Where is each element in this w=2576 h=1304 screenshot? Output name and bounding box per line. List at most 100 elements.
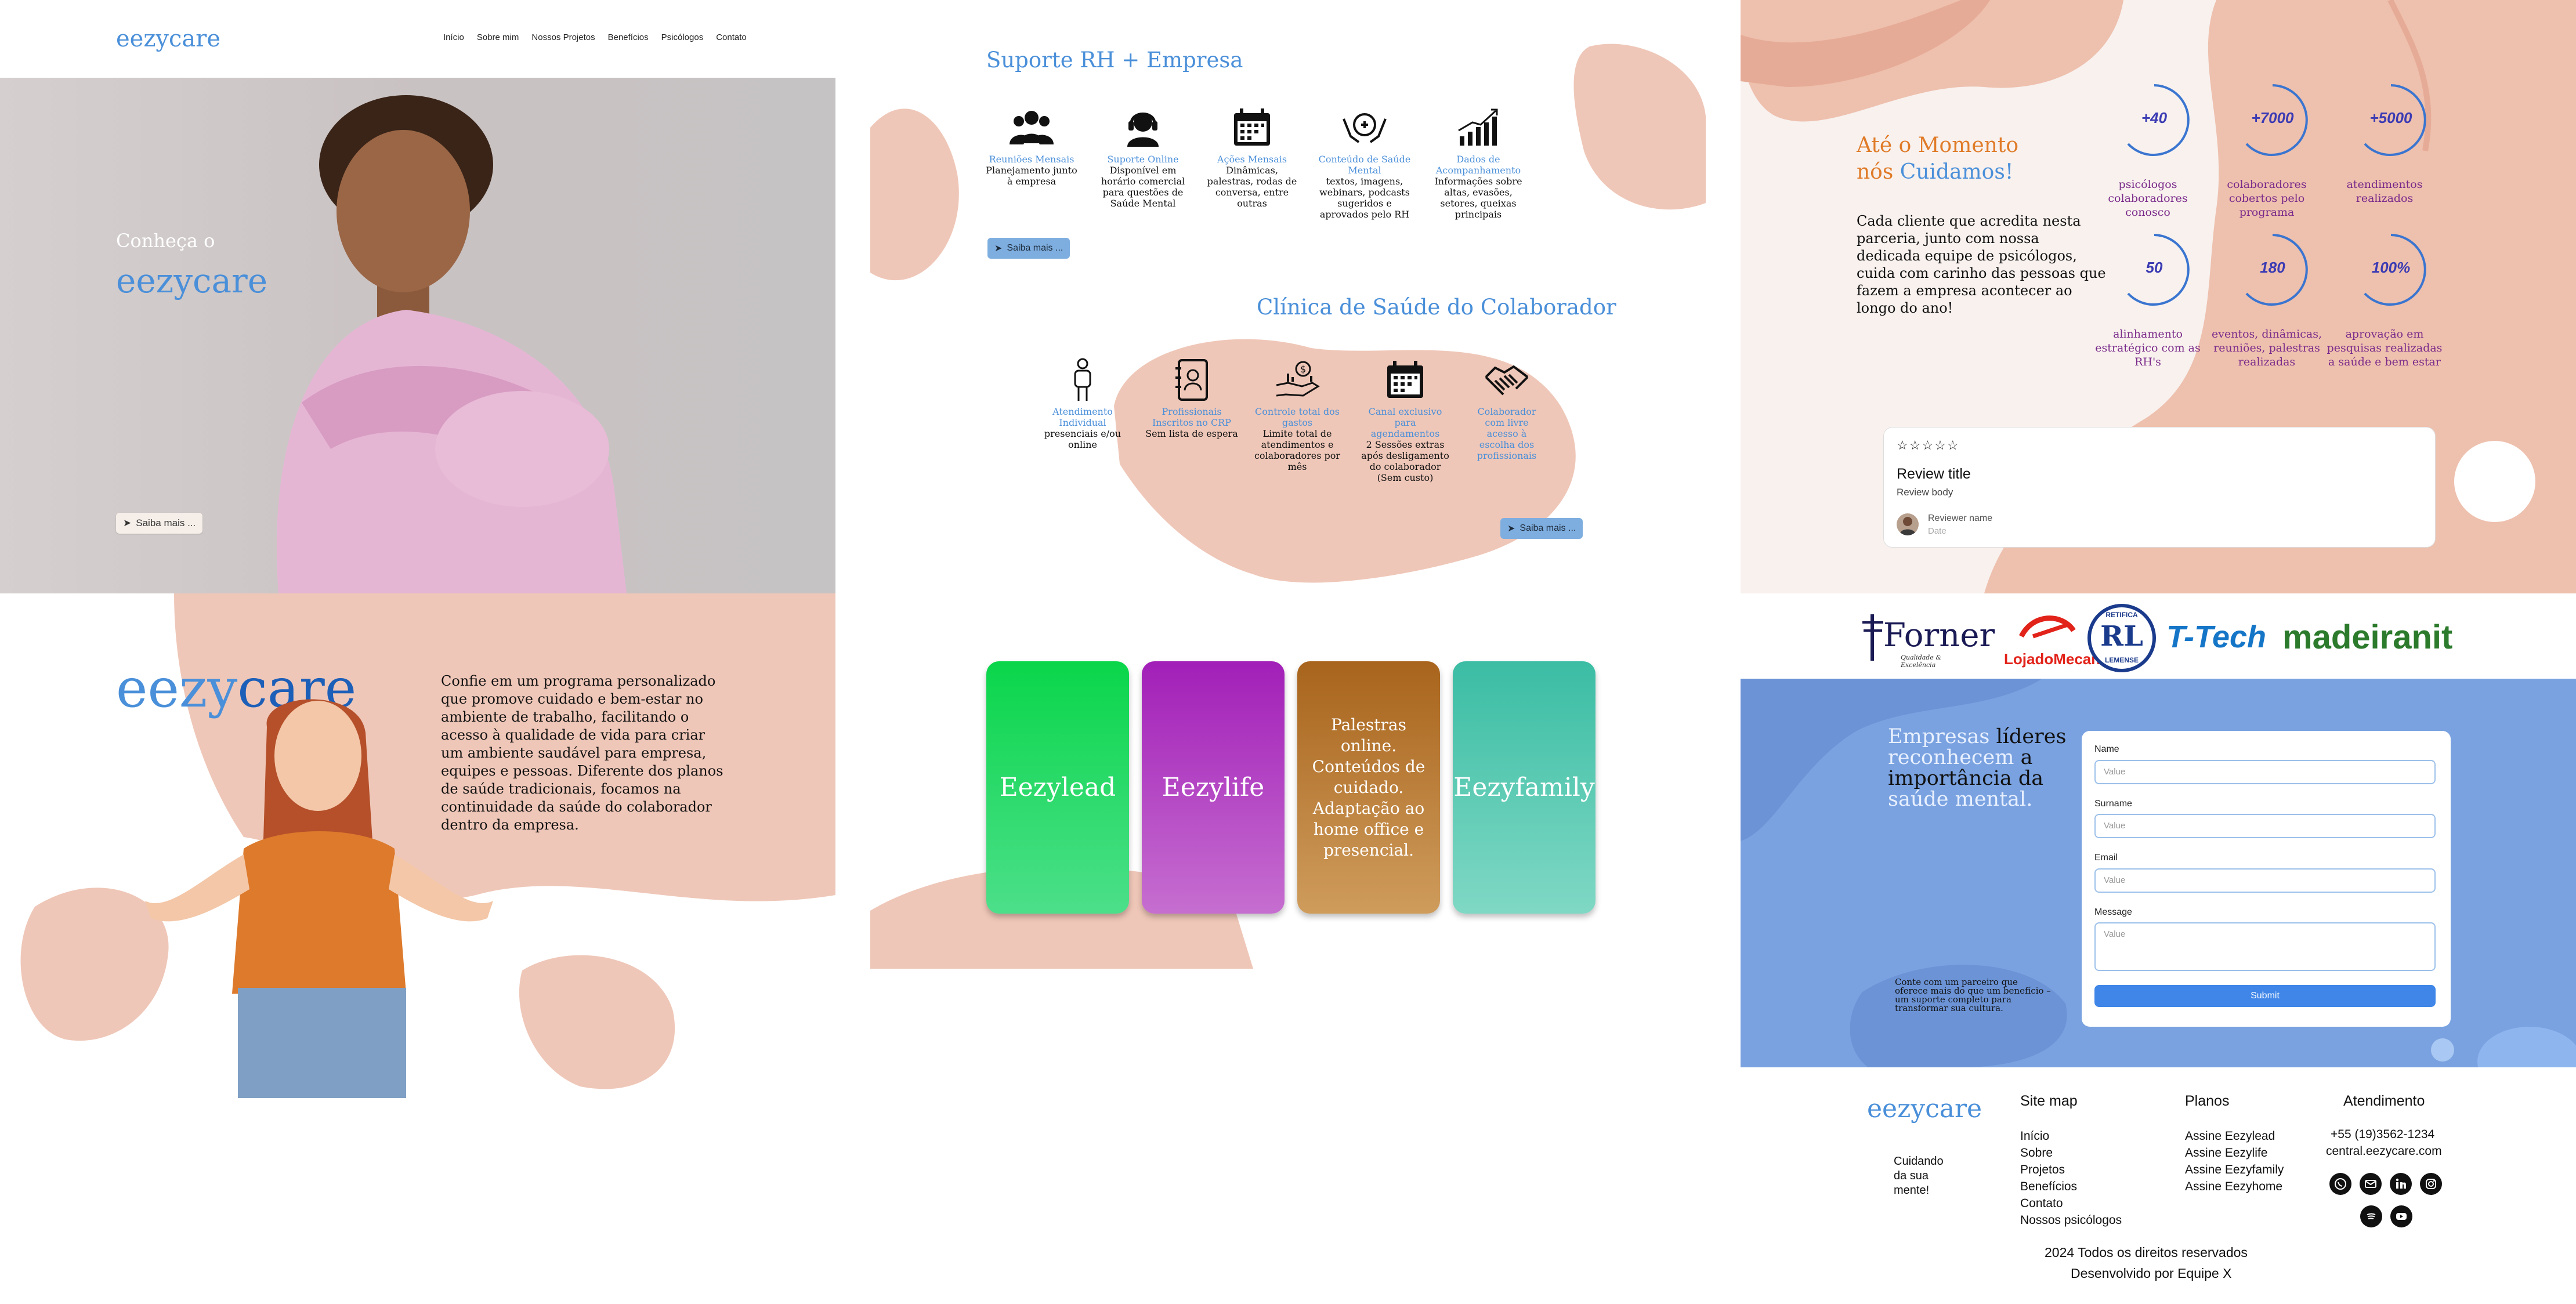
footer-sitemap-title: Site map (2020, 1093, 2078, 1109)
clinic-title: Clínica de Saúde do Colaborador (1257, 295, 1616, 320)
rh-feature-desc: Disponível em horário comercial para que… (1101, 165, 1185, 209)
footer-brand[interactable]: eezycare (1867, 1094, 1982, 1124)
hero-saiba-mais-button[interactable]: ➤ Saiba mais ... (116, 513, 203, 534)
footer-link-projetos[interactable]: Projetos (2020, 1161, 2122, 1178)
footer-social-row-1 (2329, 1173, 2442, 1195)
footer-link-beneficios[interactable]: Benefícios (2020, 1178, 2122, 1195)
stats-title: Até o Momento nós Cuidamos! (1857, 132, 2018, 186)
about-section: eezycare Confie em um programa personali… (0, 593, 835, 1098)
rh-feature-desc: Dinâmicas, palestras, rodas de conversa,… (1207, 165, 1297, 209)
email-icon[interactable] (2360, 1173, 2382, 1195)
rh-feature-1: Reuniões Mensais Planejamento junto à em… (985, 102, 1078, 187)
brand-logo[interactable]: eezycare (116, 26, 220, 52)
stat-value: +40 (2141, 109, 2168, 126)
contact-small-text: Conte com um parceiro que oferece mais d… (1895, 977, 2051, 1013)
nav-item-psicologos[interactable]: Psicólogos (661, 32, 704, 42)
rh-feature-4: Conteúdo de Saúde Mental textos, imagens… (1318, 102, 1411, 220)
nav-item-sobre[interactable]: Sobre mim (477, 32, 519, 42)
clinic-feature-desc: 2 Sessões extras após desligamento do co… (1361, 439, 1449, 483)
footer-planos-title: Planos (2185, 1093, 2230, 1109)
group-icon (1010, 111, 1054, 144)
footer-link-eezyhome[interactable]: Assine Eezyhome (2185, 1178, 2284, 1195)
calendar-icon (1234, 108, 1270, 146)
about-text: Confie em um programa personalizado que … (441, 673, 723, 833)
footer-link-eezylife[interactable]: Assine Eezylife (2185, 1144, 2284, 1161)
stat-value: 50 (2146, 259, 2163, 276)
clinic-feature-title: Canal exclusivo para agendamentos (1368, 406, 1442, 439)
person-icon (1074, 358, 1091, 401)
rh-feature-desc: Informações sobre altas, evasões, setore… (1434, 176, 1522, 220)
hero-section: Conheça o eezycare ➤ Saiba mais ... (0, 78, 835, 593)
clinic-feature-2: Profissionais Inscritos no CRP Sem lista… (1145, 354, 1238, 439)
nav-item-projetos[interactable]: Nossos Projetos (531, 32, 595, 42)
stats-title-line2: nós Cuidamos! (1857, 160, 2014, 184)
clinic-feature-desc: presenciais e/ou online (1044, 428, 1121, 450)
submit-button[interactable]: Submit (2094, 985, 2436, 1007)
instagram-icon[interactable] (2420, 1173, 2442, 1195)
nav-item-beneficios[interactable]: Benefícios (608, 32, 649, 42)
surname-input[interactable]: Value (2094, 814, 2436, 838)
navbar: eezycare Início Sobre mim Nossos Projeto… (0, 0, 835, 78)
plan-card-eezylead[interactable]: Eezylead (986, 661, 1129, 914)
send-icon: ➤ (994, 244, 1003, 253)
head-hands-icon (1343, 113, 1387, 143)
linkedin-icon[interactable] (2390, 1173, 2412, 1195)
nav-item-contato[interactable]: Contato (716, 32, 747, 42)
whatsapp-icon[interactable] (2329, 1173, 2351, 1195)
youtube-icon[interactable] (2390, 1205, 2412, 1227)
hand-money-icon: $ (1276, 361, 1320, 397)
headset-icon (1127, 113, 1159, 147)
email-input[interactable]: Value (2094, 868, 2436, 893)
svg-text:$: $ (1300, 364, 1306, 375)
stats-text: Cada cliente que acredita nesta parceria… (1857, 213, 2106, 316)
footer-link-eezyfamily[interactable]: Assine Eezyfamily (2185, 1161, 2284, 1178)
nav-item-inicio[interactable]: Início (443, 32, 464, 42)
review-date: Date (1928, 526, 1947, 536)
stat-label: eventos, dinâmicas, reuniões, palestras … (2211, 328, 2322, 368)
stat-value: 180 (2260, 259, 2285, 276)
name-input[interactable]: Value (2094, 760, 2436, 784)
footer-link-inicio[interactable]: Início (2020, 1128, 2122, 1144)
partner-logo-madeiranit: madeiranit (2282, 618, 2453, 656)
plan-card-palestras[interactable]: Palestras online. Conteúdos de cuidado. … (1297, 661, 1440, 914)
stats-panel: Até o Momento nós Cuidamos! Cada cliente… (1741, 0, 2576, 593)
footer-site[interactable]: central.eezycare.com (2326, 1144, 2442, 1158)
rh-feature-desc: Planejamento junto à empresa (986, 165, 1077, 187)
message-textarea[interactable]: Value (2094, 922, 2436, 971)
footer-link-contato[interactable]: Contato (2020, 1195, 2122, 1212)
review-card: ☆☆☆☆☆ Review title Review body Reviewer … (1883, 427, 2436, 548)
rh-feature-5: Dados de Acompanhamento Informações sobr… (1432, 102, 1525, 220)
contact-heading: Empresas líderes reconhecem a importânci… (1888, 725, 2067, 811)
footer-sitemap: Início Sobre Projetos Benefícios Contato… (2020, 1128, 2122, 1229)
plan-card-eezylife[interactable]: Eezylife (1142, 661, 1285, 914)
reviewer-name: Reviewer name (1928, 513, 1993, 523)
email-label: Email (2094, 853, 2118, 863)
rating-stars: ☆☆☆☆☆ (1897, 438, 1960, 452)
footer-social-row-2 (2360, 1205, 2412, 1227)
calendar-icon (1387, 361, 1423, 398)
clinic-saiba-mais-button[interactable]: ➤ Saiba mais ... (1500, 518, 1583, 539)
footer-phone[interactable]: +55 (19)3562-1234 (2331, 1128, 2434, 1142)
send-icon: ➤ (1507, 524, 1515, 534)
clinic-feature-desc: Sem lista de espera (1145, 428, 1238, 439)
rh-feature-3: Ações Mensais Dinâmicas, palestras, roda… (1206, 102, 1298, 209)
footer-atendimento-title: Atendimento (2343, 1093, 2425, 1109)
review-body: Review body (1897, 487, 1953, 498)
spotify-icon[interactable] (2360, 1205, 2382, 1227)
footer-link-sobre[interactable]: Sobre (2020, 1144, 2122, 1161)
rh-saiba-mais-button[interactable]: ➤ Saiba mais ... (987, 238, 1070, 259)
rh-feature-desc: textos, imagens, webinars, podcasts suge… (1319, 176, 1410, 220)
stat-value: 100% (2371, 259, 2411, 276)
partner-logo-rl: RETIFICA RL LEMENSE (2087, 604, 2156, 672)
partners-strip: Forner Qualidade & Excelência LojadoMeca… (1741, 593, 2576, 679)
clinic-feature-3: $ Controle total dos gastos Limite total… (1251, 354, 1344, 472)
handshake-icon (1485, 365, 1529, 396)
partner-logo-forner: Forner Qualidade & Excelência (1860, 611, 1995, 669)
clinic-feature-5: Colaborador com livre acesso à escolha d… (1469, 354, 1544, 461)
plan-card-eezyfamily[interactable]: Eezyfamily (1453, 661, 1595, 914)
nav-menu: Início Sobre mim Nossos Projetos Benefíc… (443, 32, 747, 42)
footer-link-eezylead[interactable]: Assine Eezylead (2185, 1128, 2284, 1144)
hero-photo (276, 95, 627, 593)
footer-link-psicologos[interactable]: Nossos psicólogos (2020, 1212, 2122, 1229)
rh-feature-title: Suporte Online (1107, 154, 1179, 165)
